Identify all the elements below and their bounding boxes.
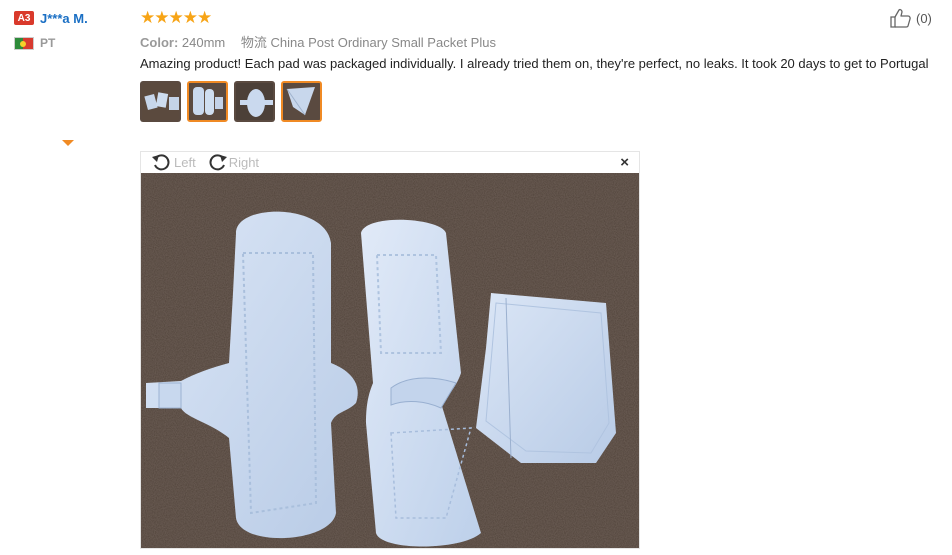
star-icon: ★ xyxy=(154,7,169,27)
color-value: 240mm xyxy=(181,35,226,50)
rotate-left-button[interactable]: Left xyxy=(151,153,196,171)
level-badge: A3 xyxy=(14,11,34,25)
country-row: PT xyxy=(14,33,134,53)
color-label: Color: xyxy=(140,35,179,50)
country-code: PT xyxy=(40,36,56,50)
reviewer-row: A3 J***a M. xyxy=(14,8,134,28)
review-text: Amazing product! Each pad was packaged i… xyxy=(140,56,929,71)
photo-thumbnail[interactable] xyxy=(281,81,322,122)
star-icon: ★ xyxy=(182,7,198,27)
thumbnail-image xyxy=(236,83,273,120)
rotate-right-icon xyxy=(209,154,227,171)
rotate-right-label: Right xyxy=(228,154,260,170)
photo-viewer: Left Right × xyxy=(140,151,640,549)
close-icon[interactable]: × xyxy=(620,154,629,171)
review-photo-image xyxy=(141,173,639,548)
viewer-toolbar: Left Right × xyxy=(141,152,639,172)
portugal-flag-icon xyxy=(14,36,34,50)
photo-thumbnails xyxy=(140,81,940,123)
order-meta: Color: 240mm 物流 China Post Ordinary Smal… xyxy=(140,32,940,50)
thumbnail-image xyxy=(189,83,226,120)
rotate-left-label: Left xyxy=(174,154,196,170)
thumbnail-image xyxy=(283,83,320,120)
reviewer-info: A3 J***a M. PT xyxy=(14,8,134,53)
shipping-label: 物流 xyxy=(240,35,267,50)
thumbnail-image xyxy=(142,83,179,120)
star-icon: ★ xyxy=(168,7,184,27)
star-icon: ★ xyxy=(197,7,212,27)
photo-thumbnail-selected[interactable] xyxy=(187,81,228,122)
thumbnail-pointer xyxy=(62,140,74,146)
photo-thumbnail[interactable] xyxy=(140,81,181,122)
star-rating: ★ ★ ★ ★ ★ xyxy=(140,8,940,26)
review-photo xyxy=(141,173,639,548)
photo-thumbnail[interactable] xyxy=(234,81,275,122)
star-icon: ★ xyxy=(140,7,155,27)
rotate-right-button[interactable]: Right xyxy=(206,153,259,171)
rotate-left-icon xyxy=(152,154,170,171)
reviewer-name[interactable]: J***a M. xyxy=(40,11,88,26)
shipping-value: China Post Ordinary Small Packet Plus xyxy=(270,35,496,50)
review-body: ★ ★ ★ ★ ★ Color: 240mm 物流 China Post Ord… xyxy=(140,8,940,123)
